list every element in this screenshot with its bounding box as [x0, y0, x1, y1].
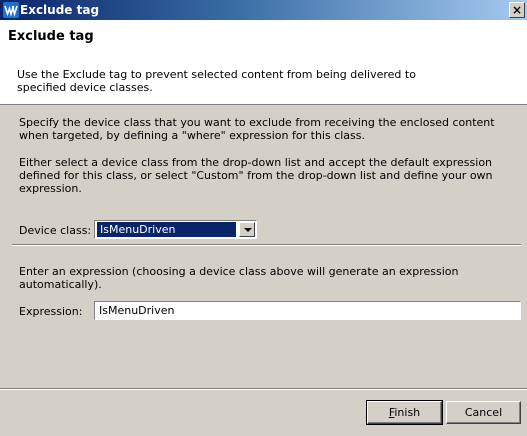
header-title: Exclude tag — [8, 29, 94, 44]
wizard-header: Exclude tag Use the Exclude tag to preve… — [0, 20, 527, 105]
expression-label: Expression: — [19, 305, 83, 318]
device-class-selected-value[interactable]: IsMenuDriven — [97, 222, 236, 237]
instructions-paragraph-2: Either select a device class from the dr… — [19, 156, 493, 195]
close-button[interactable]: × — [509, 2, 525, 18]
instructions-paragraph-1: Specify the device class that you want t… — [19, 116, 495, 142]
footer-divider — [0, 388, 527, 390]
title-bar[interactable]: Exclude tag × — [0, 0, 527, 20]
finish-button[interactable]: Finish — [366, 400, 443, 425]
expression-input[interactable] — [94, 301, 521, 320]
section-divider — [12, 244, 521, 246]
header-description: Use the Exclude tag to prevent selected … — [17, 68, 416, 94]
expression-instructions: Enter an expression (choosing a device c… — [19, 265, 459, 291]
chevron-down-icon[interactable] — [239, 222, 255, 237]
exclude-tag-dialog: Exclude tag × Exclude tag Use the Exclud… — [0, 0, 527, 436]
device-class-dropdown[interactable]: IsMenuDriven — [94, 220, 257, 239]
window-title: Exclude tag — [20, 3, 100, 17]
cancel-button[interactable]: Cancel — [446, 401, 521, 424]
device-class-label: Device class: — [19, 224, 92, 237]
finish-label: inish — [394, 406, 421, 419]
close-icon: × — [511, 3, 523, 17]
websphere-w-icon — [3, 2, 19, 18]
